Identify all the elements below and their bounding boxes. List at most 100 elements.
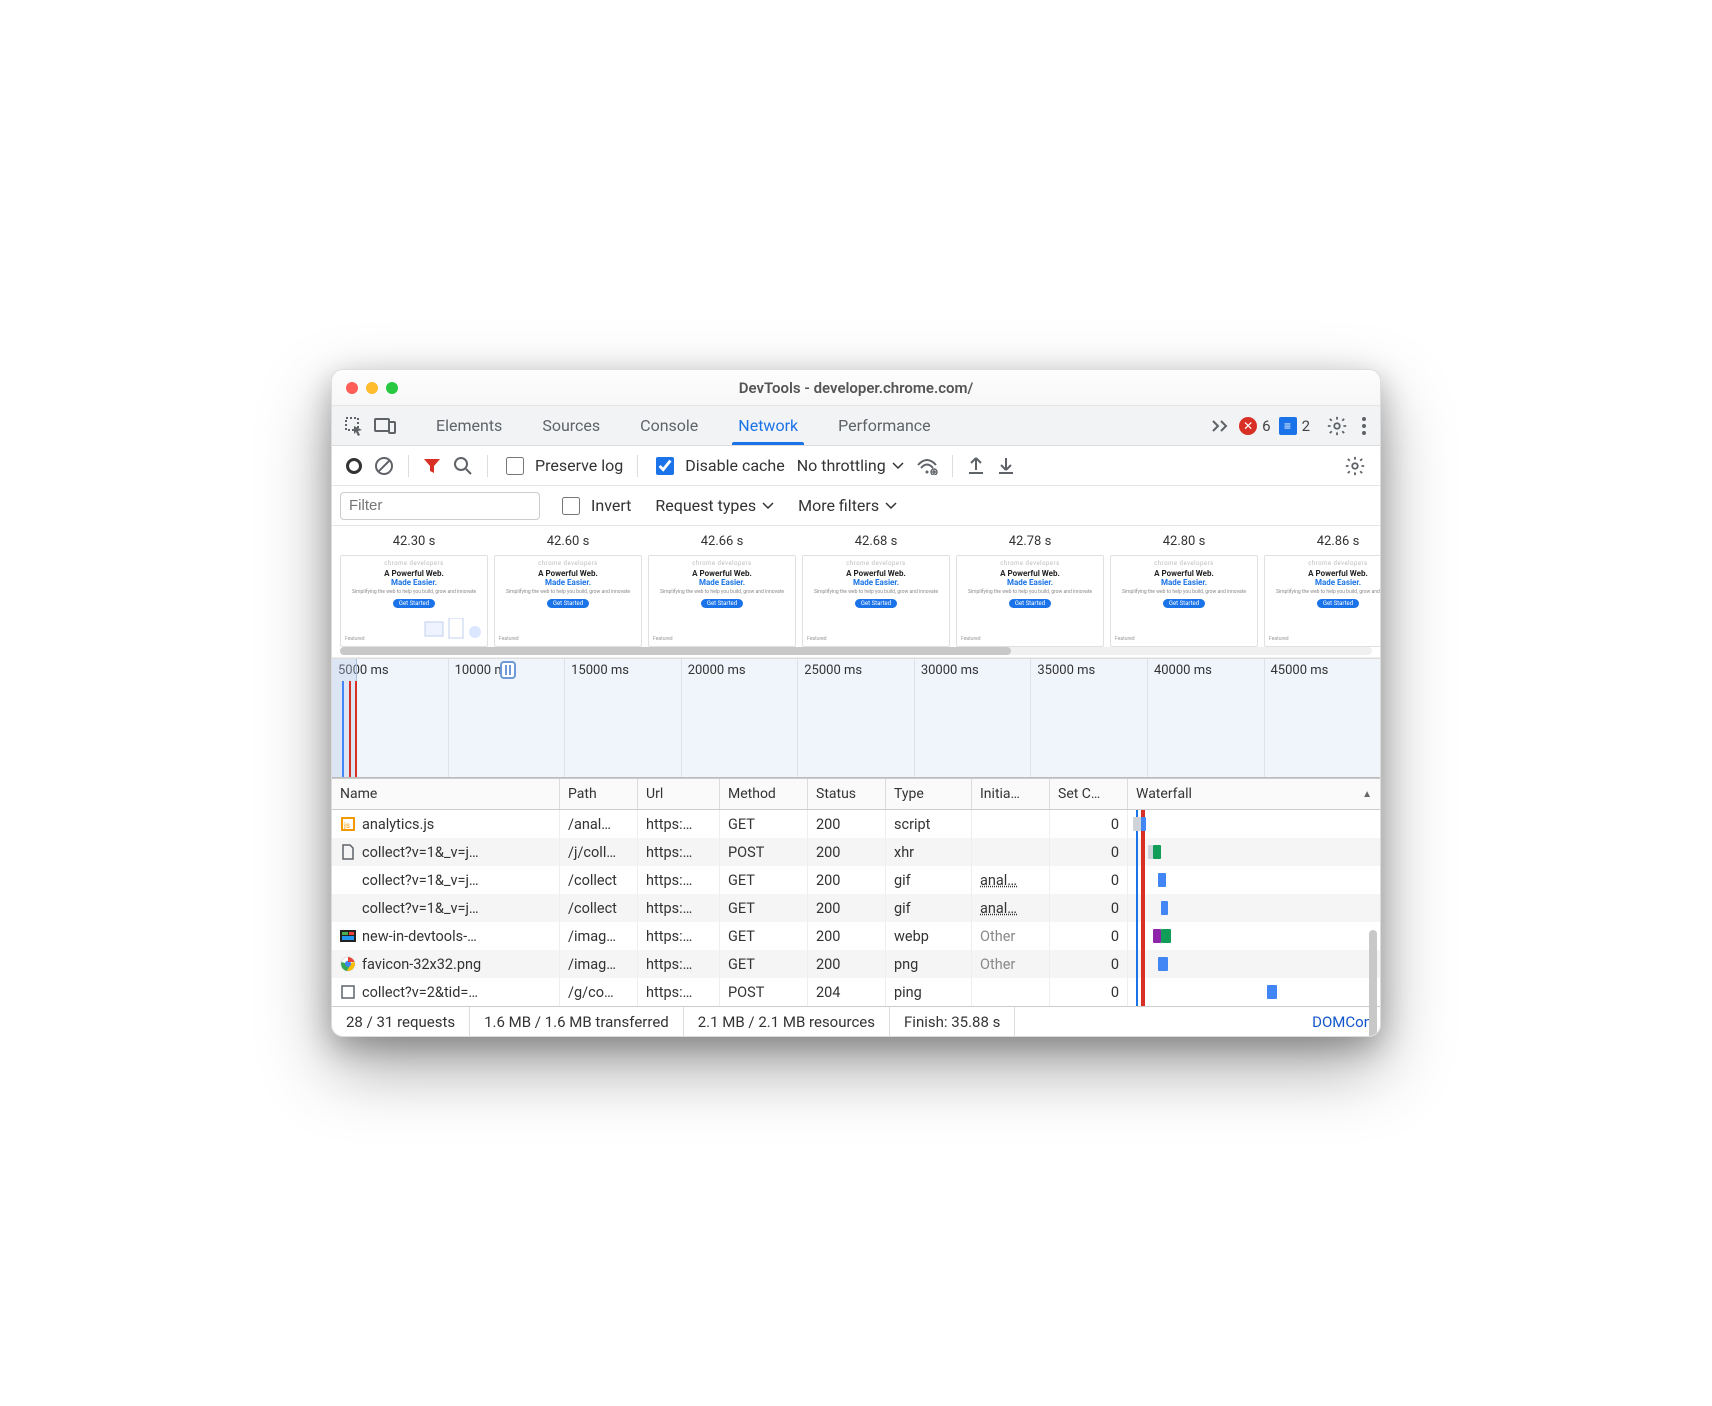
request-type: webp [886,922,972,950]
messages-badge[interactable]: ≡ 2 [1279,417,1310,435]
filmstrip-timestamp: 42.66 s [701,530,744,555]
filmstrip-scrollbar[interactable] [340,647,1372,655]
kebab-menu-icon[interactable] [1360,416,1368,436]
settings-icon[interactable] [1326,415,1348,437]
file-type-icon [340,928,356,944]
timeline-overview[interactable]: 5000 ms10000 ms15000 ms20000 ms25000 ms3… [332,658,1380,778]
column-header[interactable]: Method [720,779,808,809]
request-setcookies: 0 [1050,838,1128,866]
request-name: collect?v=1&_v=j… [362,844,479,861]
filmstrip-frame[interactable]: 42.86 s chrome developers A Powerful Web… [1262,530,1380,647]
request-url: https:… [638,894,720,922]
messages-icon: ≡ [1279,417,1297,435]
tab-console[interactable]: Console [620,406,718,445]
messages-count: 2 [1302,417,1310,435]
window-close-button[interactable] [346,382,358,394]
request-initiator[interactable]: anal… [972,866,1050,894]
window-minimize-button[interactable] [366,382,378,394]
more-filters-select[interactable]: More filters [792,496,903,515]
filmstrip-timestamp: 42.60 s [547,530,590,555]
request-method: GET [720,810,808,838]
network-settings-icon[interactable] [1338,451,1372,481]
invert-checkbox[interactable]: Invert [552,494,637,518]
file-type-icon [340,956,356,972]
column-header[interactable]: Status [808,779,886,809]
status-bar: 28 / 31 requests 1.6 MB / 1.6 MB transfe… [332,1006,1380,1036]
chevron-down-icon [885,500,897,512]
throttling-value: No throttling [797,456,886,475]
request-name: analytics.js [362,816,434,833]
tab-network[interactable]: Network [718,406,818,445]
table-row[interactable]: collect?v=1&_v=j…/collecthttps:…GET200gi… [332,866,1380,894]
request-path: /g/co… [560,978,638,1006]
filmstrip-frame[interactable]: 42.80 s chrome developers A Powerful Web… [1108,530,1260,647]
throttling-select[interactable]: No throttling [791,456,910,475]
column-header[interactable]: Name [332,779,560,809]
overview-range-handle[interactable] [500,661,516,679]
network-conditions-icon[interactable] [910,453,944,479]
request-status: 200 [808,866,886,894]
table-row[interactable]: collect?v=1&_v=j…/j/coll…https:…POST200x… [332,838,1380,866]
column-header[interactable]: Waterfall▲ [1128,779,1380,809]
filmstrip-frame[interactable]: 42.60 s chrome developers A Powerful Web… [492,530,644,647]
inspect-element-icon[interactable] [344,416,364,436]
column-header[interactable]: Initia… [972,779,1050,809]
filter-input[interactable] [340,492,540,520]
device-toolbar-icon[interactable] [374,417,396,435]
request-method: GET [720,894,808,922]
tab-elements[interactable]: Elements [416,406,522,445]
table-row[interactable]: collect?v=1&_v=j…/collecthttps:…GET200gi… [332,894,1380,922]
search-icon[interactable] [447,452,479,480]
column-header[interactable]: Type [886,779,972,809]
request-initiator[interactable]: anal… [972,894,1050,922]
table-row[interactable]: jsanalytics.js/anal…https:…GET200script0 [332,810,1380,838]
import-har-icon[interactable] [991,452,1021,480]
filmstrip-frame[interactable]: 42.66 s chrome developers A Powerful Web… [646,530,798,647]
request-waterfall [1128,922,1380,950]
filmstrip-frame[interactable]: 42.78 s chrome developers A Powerful Web… [954,530,1106,647]
request-setcookies: 0 [1050,866,1128,894]
request-setcookies: 0 [1050,950,1128,978]
vertical-scrollbar[interactable] [1369,930,1377,1037]
tab-performance[interactable]: Performance [818,406,951,445]
request-setcookies: 0 [1050,894,1128,922]
preserve-log-checkbox[interactable]: Preserve log [496,454,629,478]
request-path: /j/coll… [560,838,638,866]
column-header[interactable]: Url [638,779,720,809]
filmstrip[interactable]: 42.30 s chrome developers A Powerful Web… [332,526,1380,658]
overview-tick-label: 35000 ms [1037,663,1095,678]
tab-sources[interactable]: Sources [522,406,620,445]
status-requests: 28 / 31 requests [332,1007,470,1036]
request-method: GET [720,866,808,894]
column-header[interactable]: Path [560,779,638,809]
more-tabs-icon[interactable] [1211,419,1231,433]
window-titlebar: DevTools - developer.chrome.com/ [332,370,1380,406]
request-types-select[interactable]: Request types [649,496,780,515]
request-waterfall [1128,950,1380,978]
request-url: https:… [638,978,720,1006]
request-url: https:… [638,922,720,950]
disable-cache-checkbox[interactable]: Disable cache [646,454,790,478]
request-setcookies: 0 [1050,978,1128,1006]
clear-button[interactable] [368,452,400,480]
request-url: https:… [638,866,720,894]
filter-toggle-icon[interactable] [417,453,447,479]
column-header[interactable]: Set C… [1050,779,1128,809]
table-row[interactable]: favicon-32x32.png/imag…https:…GET200pngO… [332,950,1380,978]
table-row[interactable]: new-in-devtools-…/imag…https:…GET200webp… [332,922,1380,950]
filmstrip-frame[interactable]: 42.30 s chrome developers A Powerful Web… [338,530,490,647]
window-title: DevTools - developer.chrome.com/ [332,379,1380,397]
request-path: /anal… [560,810,638,838]
filmstrip-frame[interactable]: 42.68 s chrome developers A Powerful Web… [800,530,952,647]
panel-tabstrip: ElementsSourcesConsoleNetworkPerformance… [332,406,1380,446]
record-button[interactable] [340,454,368,478]
request-waterfall [1128,894,1380,922]
status-domcontentloaded[interactable]: DOMCon [1298,1007,1380,1036]
table-row[interactable]: collect?v=2&tid=…/g/co…https:…POST204pin… [332,978,1380,1006]
export-har-icon[interactable] [961,452,991,480]
window-maximize-button[interactable] [386,382,398,394]
error-badge[interactable]: ✕ 6 [1239,417,1270,435]
request-name: favicon-32x32.png [362,956,481,973]
request-type: xhr [886,838,972,866]
file-type-icon [340,872,356,888]
